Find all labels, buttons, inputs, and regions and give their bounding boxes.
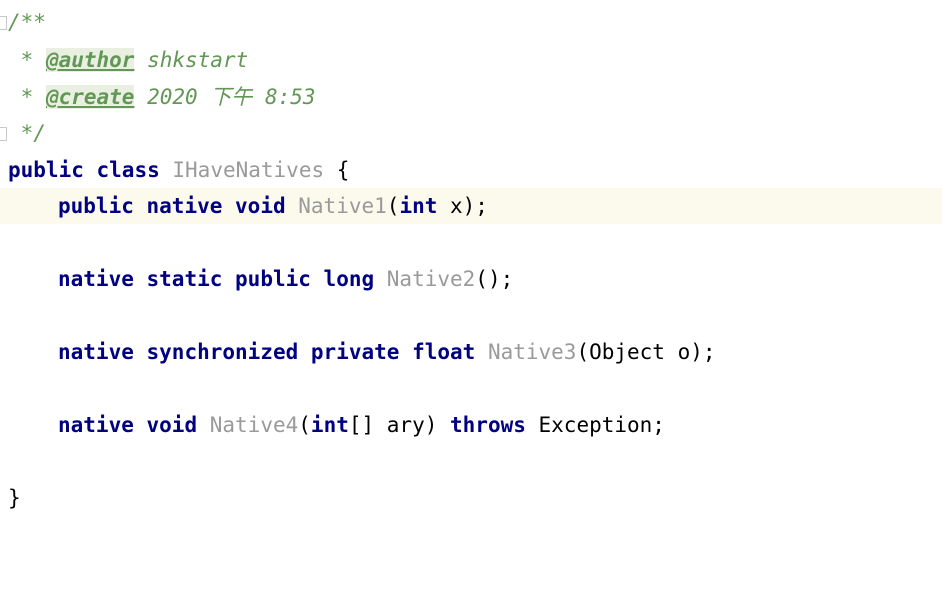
code-line-5[interactable]: public class IHaveNatives { (0, 152, 942, 188)
keyword-native: native (58, 340, 134, 364)
code-editor[interactable]: /** * @author shkstart * @create 2020 下午… (0, 0, 942, 604)
method-name: Native4 (209, 413, 299, 437)
code-line-3[interactable]: * @create 2020 下午 8:53 (0, 79, 942, 115)
keyword-throws: throws (450, 413, 526, 437)
doc-prefix: * (8, 48, 46, 72)
fold-marker-icon[interactable] (0, 127, 7, 141)
method-name: Native2 (386, 267, 476, 291)
create-value: 2020 下午 8:53 (134, 85, 316, 109)
keyword-public: public (235, 267, 311, 291)
method-name: Native3 (487, 340, 577, 364)
author-tag: @author (45, 48, 135, 72)
keyword-float: float (412, 340, 476, 364)
doc-comment-start: /** (8, 10, 46, 34)
open-brace: { (336, 158, 350, 182)
code-line-14[interactable]: } (0, 480, 942, 516)
doc-comment-end: */ (8, 121, 46, 145)
keyword-native: native (58, 413, 134, 437)
doc-comment-body: * @create 2020 下午 8:53 (8, 79, 316, 115)
method-params: (Object o); (576, 340, 716, 364)
paren-open: ( (298, 413, 311, 437)
method-native1: public native void Native1(int x); (58, 188, 488, 224)
fold-marker-icon[interactable] (0, 16, 7, 30)
exception-type: Exception; (525, 413, 665, 437)
method-native4: native void Native4(int[] ary) throws Ex… (58, 407, 665, 443)
keyword-int: int (310, 413, 349, 437)
paren-open: ( (386, 194, 400, 218)
class-name: IHaveNatives (172, 158, 325, 182)
method-params: (); (475, 267, 514, 291)
keyword-class: class (96, 158, 160, 182)
keyword-native: native (58, 267, 134, 291)
keyword-synchronized: synchronized (146, 340, 299, 364)
keyword-void: void (146, 413, 198, 437)
keyword-void: void (235, 194, 286, 218)
code-line-12[interactable]: native void Native4(int[] ary) throws Ex… (0, 407, 942, 443)
close-brace: } (8, 486, 21, 510)
doc-comment-body: * @author shkstart (8, 42, 248, 78)
keyword-private: private (310, 340, 400, 364)
code-line-8[interactable]: native static public long Native2(); (0, 261, 942, 297)
keyword-long: long (323, 267, 375, 291)
author-value: shkstart (134, 48, 249, 72)
method-name: Native1 (298, 194, 387, 218)
keyword-native: native (146, 194, 223, 218)
doc-prefix: * (8, 85, 46, 109)
code-line-4[interactable]: */ (0, 115, 942, 151)
method-native2: native static public long Native2(); (58, 261, 513, 297)
class-declaration: public class IHaveNatives { (8, 152, 349, 188)
method-params: [] ary) (348, 413, 451, 437)
keyword-public: public (58, 194, 134, 218)
keyword-int: int (399, 194, 438, 218)
code-line-1[interactable]: /** (0, 4, 942, 40)
create-tag: @create (45, 85, 135, 109)
code-line-6-current[interactable]: public native void Native1(int x); (0, 188, 942, 224)
code-line-10[interactable]: native synchronized private float Native… (0, 334, 942, 370)
method-native3: native synchronized private float Native… (58, 334, 716, 370)
method-params: x); (437, 194, 488, 218)
keyword-public: public (8, 158, 84, 182)
keyword-static: static (146, 267, 223, 291)
code-line-2[interactable]: * @author shkstart (0, 42, 942, 78)
